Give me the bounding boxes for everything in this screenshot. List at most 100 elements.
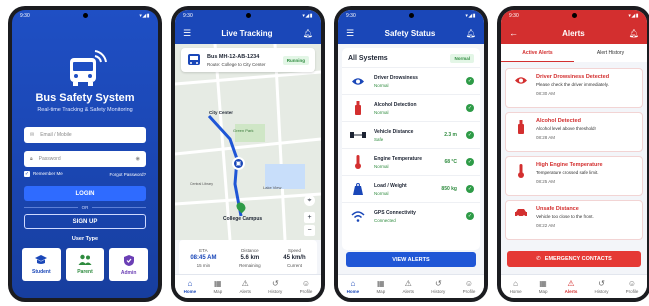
weight-icon [348,183,368,195]
tab-active-alerts[interactable]: Active Alerts [501,44,574,62]
bottom-nav: ⌂ Home ▦ Map ⚠ Alerts ↺ History ☺ Profile [338,274,484,298]
zoom-out-button[interactable]: − [304,225,315,236]
status-badge: Running [282,55,309,65]
user-type-admin[interactable]: Admin [109,248,149,281]
nav-profile[interactable]: ☺ Profile [463,278,476,294]
back-arrow-icon[interactable]: ← [509,28,518,38]
nav-alerts[interactable]: ⚠ Alerts [565,279,578,294]
map-icon: ▦ [377,278,385,288]
status-row-engine-temp[interactable]: Engine Temperature Normal 68 °C ✓ [342,148,480,175]
bell-icon[interactable]: 🔔︎ [629,29,639,38]
remember-label: Remember Me [33,171,63,176]
phone-safety: 9:30 ▾◢▮ ☰ Safety Status 🔔︎ All Systems … [334,6,488,302]
nav-map[interactable]: ▦ Map [376,278,385,294]
map-label-lake-view: Lake View [263,185,282,190]
bell-icon[interactable]: 🔔︎ [303,29,313,38]
status-row-gps[interactable]: GPS Connectivity Connected ✓ [342,202,480,229]
app-bar: ☰ Live Tracking 🔔︎ [175,22,321,44]
bottle-icon [348,101,368,115]
map-label-college: College Campus [223,216,263,222]
forgot-password-link[interactable]: Forgot Password? [109,172,146,177]
checkbox-icon: ✓ [24,171,30,177]
nav-alerts[interactable]: ⚠ Alerts [402,279,414,294]
bus-id: Bus MH-12-AB-1234 [207,53,260,60]
nav-profile[interactable]: ☺ Profile [300,278,313,294]
alert-card[interactable]: Unsafe Distance Vehicle too close to the … [505,200,643,240]
nav-map[interactable]: ▦ Map [539,279,548,294]
alert-card[interactable]: Driver Drowsiness Detected Please check t… [505,68,643,108]
eye-icon[interactable]: ◉ [136,156,140,162]
bus-logo-icon [12,50,158,90]
bottle-icon [511,118,531,146]
nav-alerts[interactable]: ⚠ Alerts [239,278,251,294]
user-type-parent[interactable]: Parent [65,248,105,281]
nav-history[interactable]: ↺ History [268,278,282,294]
login-button[interactable]: LOGIN [24,186,146,201]
view-alerts-button[interactable]: VIEW ALERTS [346,252,476,267]
remember-checkbox[interactable]: ✓ Remember Me [24,171,63,177]
locate-icon[interactable]: ⌖ [304,195,315,206]
map-label-green-park: Green Park [233,128,254,133]
profile-icon: ☺ [301,278,311,288]
tab-alert-history[interactable]: Alert History [574,44,647,62]
systems-header: All Systems Normal [342,48,480,67]
status-row-alcohol[interactable]: Alcohol Detection Normal ✓ [342,94,480,121]
check-icon: ✓ [466,131,474,139]
history-icon: ↺ [434,278,442,288]
user-type-student[interactable]: Student [22,248,61,281]
bottom-nav: ⌂ Home ▦ Map ⚠ Alerts ↺ History ☺ Profile [501,274,647,298]
graduation-cap-icon [35,255,48,264]
app-title: Bus Safety System [35,92,135,104]
emergency-contacts-button[interactable]: ✆ EMERGENCY CONTACTS [507,251,641,267]
zoom-in-button[interactable]: + [304,212,315,223]
menu-icon[interactable]: ☰ [183,28,191,39]
family-icon [78,254,92,265]
alerts-screen: 9:30 ▾◢▮ ← Alerts 🔔︎ Active Alerts Alert… [501,10,647,298]
thermometer-icon [511,162,531,190]
nav-history[interactable]: ↺ History [594,279,608,294]
app-bar: ☰ Safety Status 🔔︎ [338,22,484,44]
login-screen: 9:30 ▾◢▮ Bus Safety System Real-time Tra… [12,10,158,298]
password-field[interactable]: 🔒︎ Password ◉ [24,151,146,167]
nav-home[interactable]: ⌂ Home [184,278,197,294]
history-icon: ↺ [271,278,279,288]
nav-home[interactable]: ⌂ Home [347,279,360,294]
status-bar: 9:30 ▾◢▮ [338,10,484,22]
app-bar: ← Alerts 🔔︎ [501,22,647,44]
speed-stat: Speed 45 km/h Current [283,248,306,268]
systems-card: All Systems Normal Driver Drowsiness Norm… [342,48,480,250]
bell-icon[interactable]: 🔔︎ [466,29,476,38]
status-row-load[interactable]: Load / Weight Normal 850 kg ✓ [342,175,480,202]
status-row-distance[interactable]: Vehicle Distance Safe 2.3 m ✓ [342,121,480,148]
bus-marker-icon[interactable]: ▣ [232,157,245,170]
nav-profile[interactable]: ☺ Profile [626,279,639,294]
phone-alerts: 9:30 ▾◢▮ ← Alerts 🔔︎ Active Alerts Alert… [497,6,649,302]
shield-icon [123,254,134,266]
map-view[interactable] [175,43,321,241]
check-icon: ✓ [466,77,474,85]
nav-map[interactable]: ▦ Map [213,279,222,294]
alert-card[interactable]: High Engine Temperature Temperature cross… [505,156,643,196]
status-bar: 9:30 ▾◢▮ [501,10,647,22]
check-icon: ✓ [466,212,474,220]
profile-icon: ☺ [464,278,474,288]
nav-history[interactable]: ↺ History [431,278,445,294]
email-field[interactable]: ✉ Email / Mobile [24,127,146,143]
nav-home[interactable]: ⌂ Home [510,279,522,294]
signup-button[interactable]: SIGN UP [24,214,146,229]
screen-title: Alerts [562,28,585,38]
status-row-drowsiness[interactable]: Driver Drowsiness Normal ✓ [342,67,480,94]
menu-icon[interactable]: ☰ [346,28,354,39]
thermometer-icon [348,155,368,169]
home-icon: ⌂ [187,278,193,288]
signal-icon: ▾◢▮ [628,13,639,19]
warning-icon: ⚠ [241,278,249,288]
alert-card[interactable]: Alcohol Detected Alcohol level above thre… [505,112,643,152]
mail-icon: ✉ [30,132,35,138]
screen-title: Safety Status [384,28,436,38]
car-icon [511,206,531,234]
bus-info-card[interactable]: Bus MH-12-AB-1234 Route: College to City… [181,48,315,72]
status-bar: 9:30 ▾◢▮ [175,10,321,22]
user-type-cards: Student Parent Admin [22,248,149,281]
bus-route: Route: College to City Center [207,61,266,67]
